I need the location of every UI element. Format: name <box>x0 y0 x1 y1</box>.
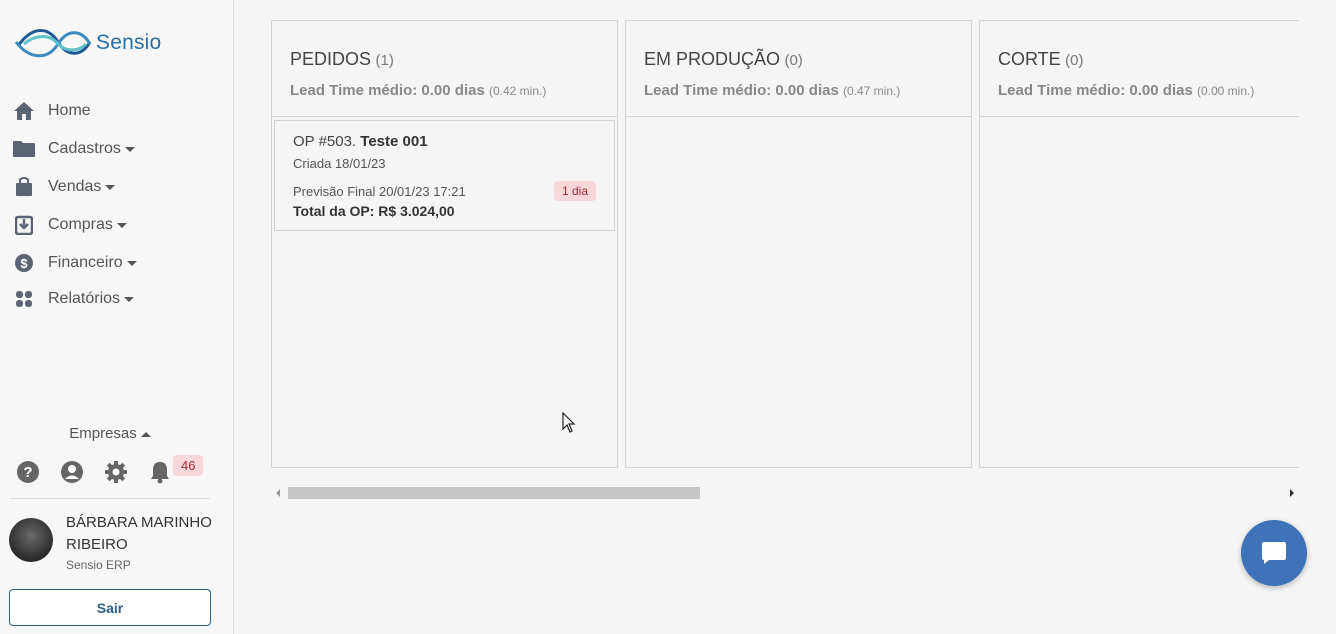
nav-label: Vendas <box>48 178 102 195</box>
brand-logo[interactable]: Sensio <box>14 20 161 66</box>
nav-label: Cadastros <box>48 140 121 157</box>
column-count: (0) <box>784 52 803 69</box>
lead-time-label: Lead Time médio: 0.00 dias <box>644 82 839 99</box>
chevron-down-icon <box>116 222 127 228</box>
chat-button[interactable] <box>1241 520 1307 586</box>
svg-text:?: ? <box>23 464 32 481</box>
nav-item-cadastros[interactable]: Cadastros <box>12 130 137 168</box>
nav-item-financeiro[interactable]: $ Financeiro <box>12 244 137 282</box>
user-name: BÁRBARA MARINHO RIBEIRO <box>66 514 212 553</box>
avatar[interactable] <box>9 518 53 562</box>
folder-icon <box>12 137 36 161</box>
column-header: CORTE (0) Lead Time médio: 0.00 dias (0.… <box>980 21 1299 117</box>
scroll-right-arrow-icon[interactable] <box>1290 489 1294 497</box>
logout-button[interactable]: Sair <box>9 589 211 626</box>
nav-item-compras[interactable]: Compras <box>12 206 137 244</box>
home-icon <box>12 99 36 123</box>
nav-label: Home <box>48 102 91 119</box>
nav-item-vendas[interactable]: Vendas <box>12 168 137 206</box>
bell-icon[interactable] <box>146 458 174 486</box>
op-total: Total da OP: R$ 3.024,00 <box>293 203 455 219</box>
op-forecast: Previsão Final 20/01/23 17:21 <box>293 183 466 199</box>
nav-label: Financeiro <box>48 254 123 271</box>
chevron-down-icon <box>124 296 135 302</box>
nav-label: Relatórios <box>48 290 121 307</box>
column-header: PEDIDOS (1) Lead Time médio: 0.00 dias (… <box>272 21 617 117</box>
chevron-down-icon <box>124 146 135 152</box>
user-circle-icon[interactable] <box>58 458 86 486</box>
column-pedidos: PEDIDOS (1) Lead Time médio: 0.00 dias (… <box>271 20 618 468</box>
nav-item-home[interactable]: Home <box>12 92 137 130</box>
op-name: Teste 001 <box>360 133 428 150</box>
grid-icon <box>12 287 36 311</box>
lead-time-label: Lead Time médio: 0.00 dias <box>290 82 485 99</box>
kanban-board: PEDIDOS (1) Lead Time médio: 0.00 dias (… <box>271 20 1299 468</box>
chevron-down-icon <box>105 184 116 190</box>
lead-time-min: (0.47 min.) <box>842 84 901 98</box>
column-title: CORTE <box>998 49 1061 69</box>
lead-time-min: (0.00 min.) <box>1196 84 1255 98</box>
shopping-bag-icon <box>12 175 36 199</box>
chevron-down-icon <box>126 260 137 266</box>
nav-label: Compras <box>48 216 113 233</box>
lead-time-label: Lead Time médio: 0.00 dias <box>998 82 1193 99</box>
column-count: (0) <box>1065 52 1084 69</box>
sensio-logo-icon <box>14 29 92 58</box>
scrollbar-thumb[interactable] <box>288 487 700 499</box>
user-company: Sensio ERP <box>66 558 131 572</box>
mouse-cursor-icon <box>562 412 576 433</box>
op-card[interactable]: OP #503. Teste 001 Criada 18/01/23 Previ… <box>274 120 615 231</box>
column-header: EM PRODUÇÃO (0) Lead Time médio: 0.00 di… <box>626 21 971 117</box>
days-badge: 1 dia <box>553 181 596 201</box>
nav-item-relatorios[interactable]: Relatórios <box>12 282 137 316</box>
svg-text:$: $ <box>20 256 28 271</box>
notification-badge[interactable]: 46 <box>173 455 204 476</box>
empresas-label: Empresas <box>69 425 137 442</box>
sidebar-tools: ? <box>14 458 190 486</box>
user-profile: BÁRBARA MARINHO RIBEIRO Sensio ERP <box>9 512 216 572</box>
horizontal-scrollbar[interactable] <box>271 485 1299 501</box>
chat-bubble-icon <box>1262 542 1286 564</box>
divider <box>10 498 210 499</box>
dollar-icon: $ <box>12 251 36 275</box>
column-corte: CORTE (0) Lead Time médio: 0.00 dias (0.… <box>979 20 1299 468</box>
column-title: PEDIDOS <box>290 49 372 69</box>
inbox-download-icon <box>12 213 36 237</box>
column-title: EM PRODUÇÃO <box>644 49 781 69</box>
help-icon[interactable]: ? <box>14 458 42 486</box>
empresas-toggle[interactable]: Empresas <box>0 425 220 442</box>
column-em-producao: EM PRODUÇÃO (0) Lead Time médio: 0.00 di… <box>625 20 972 468</box>
lead-time-min: (0.42 min.) <box>488 84 547 98</box>
scroll-left-arrow-icon[interactable] <box>276 489 280 497</box>
chevron-up-icon <box>140 431 151 437</box>
column-count: (1) <box>375 52 394 69</box>
sidebar: Sensio Home Cadastros Vendas Compras $ F… <box>0 0 234 634</box>
op-created: Criada 18/01/23 <box>293 156 386 171</box>
op-number: OP #503. <box>293 133 357 150</box>
brand-name: Sensio <box>96 31 162 54</box>
gear-icon[interactable] <box>102 458 130 486</box>
main-nav: Home Cadastros Vendas Compras $ Financei… <box>12 92 137 316</box>
